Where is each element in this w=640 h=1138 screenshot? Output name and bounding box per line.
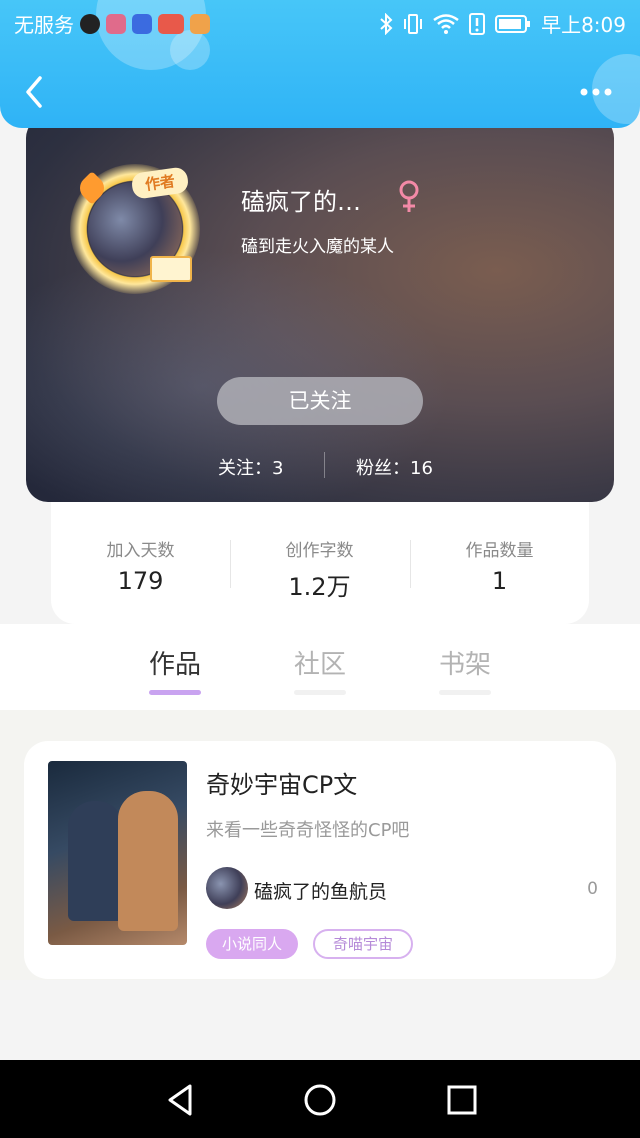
clock-text: 早上8:09 xyxy=(541,13,626,37)
carrier-text: 无服务 xyxy=(14,13,74,37)
tab-bookshelf-indicator xyxy=(439,690,491,695)
summary-word-count: 创作字数 1.2万 xyxy=(230,536,409,602)
more-dots-icon xyxy=(580,88,612,96)
work-description: 来看一些奇奇怪怪的CP吧 xyxy=(206,820,410,841)
profile-card: 作者 磕疯了的… 磕到走火入魔的某人 已关注 关注：3 粉丝：16 xyxy=(26,116,614,502)
book-icon xyxy=(150,256,192,282)
fans-label: 粉丝： xyxy=(356,458,410,479)
vibrate-icon xyxy=(404,13,423,34)
tab-community-indicator xyxy=(294,690,346,695)
video-icon xyxy=(190,13,210,34)
avatar[interactable]: 作者 xyxy=(70,164,200,294)
bluetooth-icon xyxy=(380,12,393,35)
stats-divider xyxy=(324,452,325,478)
recents-square-icon[interactable] xyxy=(442,1080,482,1120)
app-icon xyxy=(106,13,126,34)
summary-value: 179 xyxy=(117,567,164,595)
cover-figure xyxy=(68,801,123,921)
tag-universe[interactable]: 奇喵宇宙 xyxy=(313,929,414,959)
tab-works[interactable]: 作品 xyxy=(130,644,220,681)
following-label: 关注： xyxy=(218,458,272,479)
summary-value: 1 xyxy=(491,567,508,595)
work-count: 0 xyxy=(587,879,598,899)
home-circle-icon[interactable] xyxy=(300,1080,340,1120)
summary-card: 加入天数 179 创作字数 1.2万 作品数量 1 xyxy=(51,490,589,624)
followed-button[interactable]: 已关注 xyxy=(217,377,423,425)
system-nav-bar xyxy=(0,1060,640,1138)
work-title[interactable]: 奇妙宇宙CP文 xyxy=(206,765,357,800)
tab-works-indicator xyxy=(149,690,201,695)
baidu-icon xyxy=(132,13,152,34)
work-author-name: 磕疯了的鱼航员 xyxy=(254,881,388,903)
follow-stats: 关注：3 粉丝：16 xyxy=(26,452,614,482)
weibo-icon xyxy=(158,13,184,34)
female-gender-icon xyxy=(399,180,419,212)
work-card[interactable]: 奇妙宇宙CP文 来看一些奇奇怪怪的CP吧 磕疯了的鱼航员 0 小说同人 奇喵宇宙 xyxy=(24,741,616,979)
summary-value: 1.2万 xyxy=(288,573,351,601)
summary-label: 加入天数 xyxy=(106,541,175,561)
tab-bookshelf[interactable]: 书架 xyxy=(420,644,510,681)
work-cover-image[interactable] xyxy=(48,761,187,945)
work-author-avatar xyxy=(206,867,248,909)
following-count: 3 xyxy=(272,458,284,479)
following-stat[interactable]: 关注：3 xyxy=(218,454,283,480)
fans-stat[interactable]: 粉丝：16 xyxy=(356,454,433,480)
summary-label: 创作字数 xyxy=(285,541,354,561)
content-tabs: 作品 社区 书架 xyxy=(0,624,640,710)
back-triangle-icon[interactable] xyxy=(160,1080,200,1120)
chevron-left-icon xyxy=(26,76,42,108)
back-button[interactable] xyxy=(18,72,54,112)
tab-community[interactable]: 社区 xyxy=(275,644,365,681)
summary-label: 作品数量 xyxy=(465,541,534,561)
fans-count: 16 xyxy=(410,458,433,479)
status-bar: 无服务 早上8:09 xyxy=(0,0,640,44)
summary-join-days: 加入天数 179 xyxy=(51,536,230,595)
more-button[interactable] xyxy=(576,80,616,104)
alert-icon xyxy=(469,12,486,35)
app-header: 无服务 早上8:09 xyxy=(0,0,640,128)
cover-figure xyxy=(118,791,178,931)
user-nickname: 磕疯了的… xyxy=(241,188,361,216)
wifi-icon xyxy=(433,13,459,34)
user-bio: 磕到走火入魔的某人 xyxy=(241,237,394,257)
tiktok-icon xyxy=(80,13,100,34)
summary-works-count: 作品数量 1 xyxy=(410,536,589,595)
battery-icon xyxy=(495,14,531,33)
tag-fanfic[interactable]: 小说同人 xyxy=(206,929,299,959)
